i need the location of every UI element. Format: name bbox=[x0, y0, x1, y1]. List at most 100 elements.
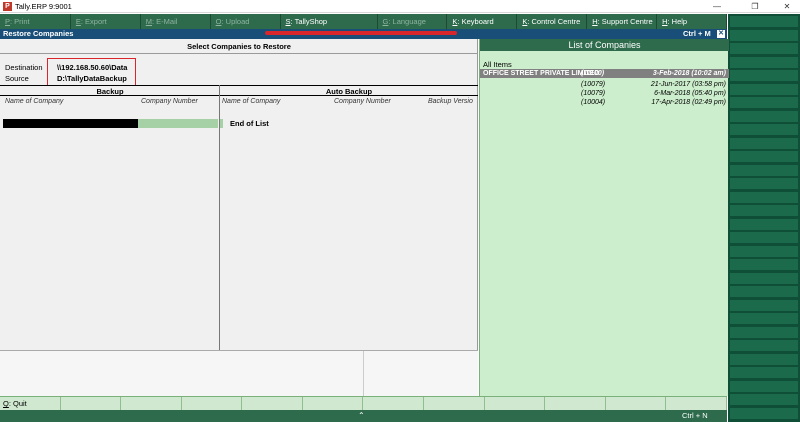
company-list-item[interactable]: OFFICE STREET PRIVATE LIMITED (11100) 3-Fe… bbox=[480, 69, 729, 78]
side-button-slot[interactable] bbox=[730, 299, 798, 311]
selected-row-name[interactable] bbox=[3, 119, 138, 128]
backup-date: 6-Mar-2018 (05:40 pm) bbox=[654, 90, 726, 97]
menu-label: : Help bbox=[667, 17, 688, 26]
tally-window: P Tally.ERP 9:9001 — ❐ ✕ P: Print E: Expo… bbox=[0, 0, 800, 422]
list-of-companies-panel: List of Companies All Items OFFICE STREE… bbox=[479, 39, 729, 396]
side-button-slot[interactable] bbox=[730, 272, 798, 284]
menu-item-7[interactable]: K: Control Centre bbox=[517, 14, 588, 29]
bottom-button-slot[interactable] bbox=[303, 397, 364, 410]
side-button-slot[interactable] bbox=[730, 56, 798, 68]
redacted-mark bbox=[265, 31, 457, 35]
side-button-slot[interactable] bbox=[730, 43, 798, 54]
company-list-item[interactable]: (10079) 6-Mar-2018 (05:40 pm) bbox=[480, 89, 729, 98]
bottom-button-slot[interactable] bbox=[606, 397, 667, 410]
side-button-slot[interactable] bbox=[730, 83, 798, 95]
list-title: List of Companies bbox=[480, 39, 729, 51]
bottom-button-slot[interactable] bbox=[363, 397, 425, 410]
side-button-slot[interactable] bbox=[730, 380, 798, 392]
side-button-slot[interactable] bbox=[730, 137, 798, 149]
cursor-marker bbox=[220, 119, 223, 128]
side-button-slot[interactable] bbox=[730, 29, 798, 41]
bottom-button-slot[interactable] bbox=[666, 397, 727, 410]
minimize-shortcut[interactable]: Ctrl + M bbox=[683, 29, 711, 39]
side-button-slot[interactable] bbox=[730, 97, 798, 108]
side-button-slot[interactable] bbox=[730, 151, 798, 162]
company-number: (10079) bbox=[581, 81, 606, 88]
form-heading: Select Companies to Restore bbox=[187, 42, 291, 51]
side-button-slot[interactable] bbox=[730, 286, 798, 297]
side-button-slot[interactable] bbox=[730, 326, 798, 338]
side-button-slot[interactable] bbox=[730, 367, 798, 378]
minimize-button[interactable]: — bbox=[706, 1, 728, 12]
screen-title: Restore Companies bbox=[3, 29, 74, 38]
quit-label: : Quit bbox=[8, 399, 27, 408]
menu-label: : TallyShop bbox=[290, 17, 328, 26]
menu-item-9[interactable]: H: Help bbox=[657, 14, 727, 29]
side-button-slot[interactable] bbox=[730, 394, 798, 405]
menu-item-3[interactable]: O: Upload bbox=[211, 14, 281, 29]
top-menu-bar: P: Print E: Export M: E-Mail O: Upload S: Ta… bbox=[0, 14, 727, 29]
auto-backup-heading: Auto Backup bbox=[220, 85, 478, 96]
bottom-button-slot[interactable] bbox=[242, 397, 303, 410]
bottom-button-slot[interactable] bbox=[424, 397, 485, 410]
button-panel bbox=[728, 14, 800, 422]
company-number: (10079) bbox=[581, 90, 606, 97]
side-button-slot[interactable] bbox=[730, 124, 798, 135]
side-button-slot[interactable] bbox=[730, 232, 798, 243]
selected-row-number[interactable] bbox=[138, 119, 218, 128]
side-button-slot[interactable] bbox=[730, 353, 798, 365]
menu-label: : Print bbox=[10, 17, 30, 26]
bottom-button-slot[interactable] bbox=[485, 397, 546, 410]
side-button-slot[interactable] bbox=[730, 205, 798, 216]
side-button-slot[interactable] bbox=[730, 178, 798, 189]
side-button-slot[interactable] bbox=[730, 407, 798, 419]
menu-item-1[interactable]: E: Export bbox=[71, 14, 141, 29]
chevron-up-icon[interactable]: ⌃ bbox=[358, 410, 365, 422]
menu-item-8[interactable]: H: Support Centre bbox=[587, 14, 658, 29]
footer-shortcut[interactable]: Ctrl + N bbox=[682, 410, 708, 422]
title-bar: P Tally.ERP 9:9001 — ❐ ✕ bbox=[0, 0, 800, 13]
quit-button[interactable]: Q: Quit bbox=[0, 397, 61, 410]
company-list-item[interactable]: (10079) 21-Jun-2017 (03:58 pm) bbox=[480, 80, 729, 89]
close-icon[interactable]: ✕ bbox=[717, 30, 725, 38]
menu-label: : E-Mail bbox=[152, 17, 178, 26]
column-auto-name-of-company: Name of Company bbox=[222, 98, 281, 105]
side-button-slot[interactable] bbox=[730, 191, 798, 203]
close-button[interactable]: ✕ bbox=[776, 1, 798, 12]
highlight-box bbox=[47, 58, 136, 86]
menu-item-5[interactable]: G: Language bbox=[378, 14, 448, 29]
column-name-of-company: Name of Company bbox=[5, 98, 64, 105]
tally-app-icon: P bbox=[3, 2, 12, 11]
all-items-label: All Items bbox=[483, 60, 512, 69]
menu-item-6[interactable]: K: Keyboard bbox=[447, 14, 518, 29]
company-number: (10004) bbox=[581, 99, 606, 106]
side-button-slot[interactable] bbox=[730, 340, 798, 351]
side-button-slot[interactable] bbox=[730, 70, 798, 81]
side-button-slot[interactable] bbox=[730, 16, 798, 27]
restore-form: Select Companies to Restore Destination … bbox=[0, 39, 478, 350]
company-number: (11100) bbox=[581, 70, 605, 77]
side-button-slot[interactable] bbox=[730, 218, 798, 230]
menu-item-2[interactable]: M: E-Mail bbox=[141, 14, 211, 29]
column-backup-version: Backup Versio bbox=[428, 98, 473, 105]
company-list-item[interactable]: (10004) 17-Apr-2018 (02:49 pm) bbox=[480, 98, 729, 107]
side-button-slot[interactable] bbox=[730, 164, 798, 176]
backup-date: 17-Apr-2018 (02:49 pm) bbox=[651, 99, 726, 106]
bottom-button-bar: Q: Quit bbox=[0, 396, 727, 410]
menu-item-4[interactable]: S: TallyShop bbox=[281, 14, 378, 29]
restore-button[interactable]: ❐ bbox=[744, 1, 766, 12]
bottom-button-slot[interactable] bbox=[61, 397, 122, 410]
end-of-list[interactable]: End of List bbox=[230, 119, 269, 128]
side-button-slot[interactable] bbox=[730, 110, 798, 122]
side-button-slot[interactable] bbox=[730, 245, 798, 257]
side-button-slot[interactable] bbox=[730, 313, 798, 324]
backup-date: 21-Jun-2017 (03:58 pm) bbox=[650, 81, 726, 88]
menu-item-0[interactable]: P: Print bbox=[0, 14, 71, 29]
bottom-button-slot[interactable] bbox=[121, 397, 182, 410]
menu-label: : Language bbox=[388, 17, 426, 26]
side-button-slot[interactable] bbox=[730, 259, 798, 270]
bottom-button-slot[interactable] bbox=[182, 397, 243, 410]
bottom-button-slot[interactable] bbox=[545, 397, 606, 410]
column-auto-company-number: Company Number bbox=[334, 98, 391, 105]
destination-label: Destination bbox=[5, 63, 43, 72]
